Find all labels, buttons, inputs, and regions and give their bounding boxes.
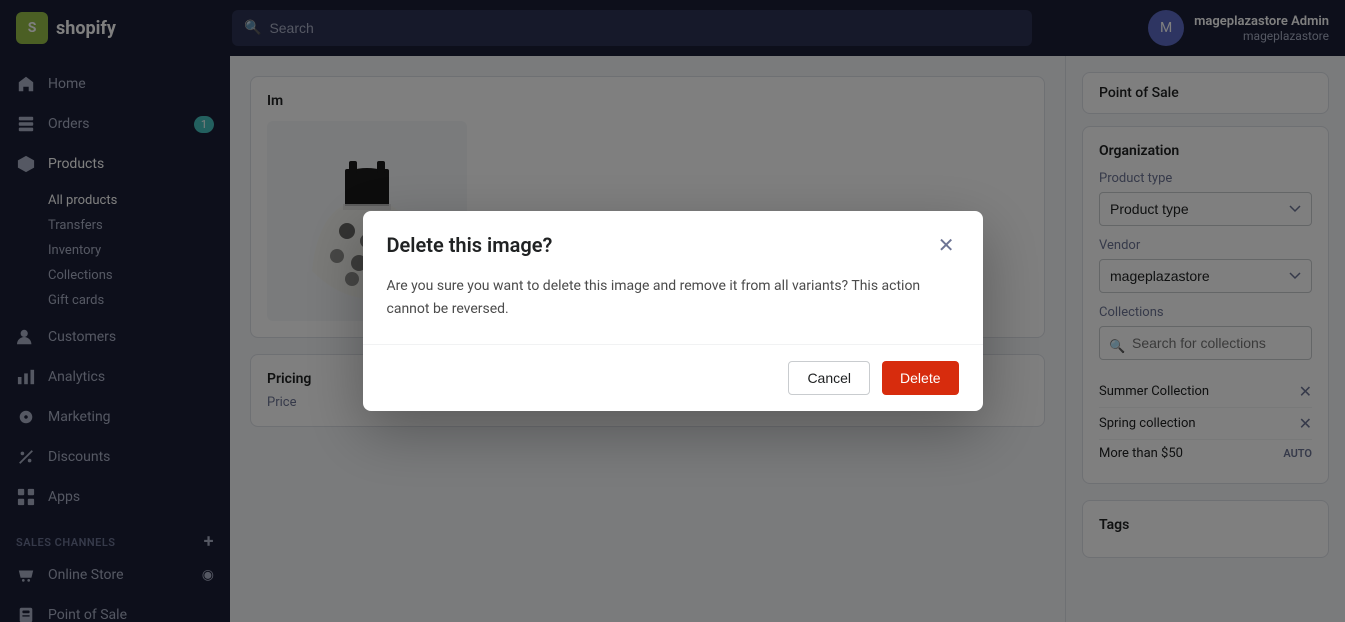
modal-title: Delete this image? [387, 233, 553, 257]
modal-footer: Cancel Delete [363, 344, 983, 411]
modal-body: Are you sure you want to delete this ima… [363, 259, 983, 344]
delete-button[interactable]: Delete [882, 361, 958, 395]
cancel-button[interactable]: Cancel [788, 361, 870, 395]
modal-close-button[interactable]: ✕ [934, 231, 959, 259]
delete-image-modal: Delete this image? ✕ Are you sure you wa… [363, 211, 983, 411]
modal-overlay[interactable]: Delete this image? ✕ Are you sure you wa… [0, 0, 1345, 622]
modal-header: Delete this image? ✕ [363, 211, 983, 259]
